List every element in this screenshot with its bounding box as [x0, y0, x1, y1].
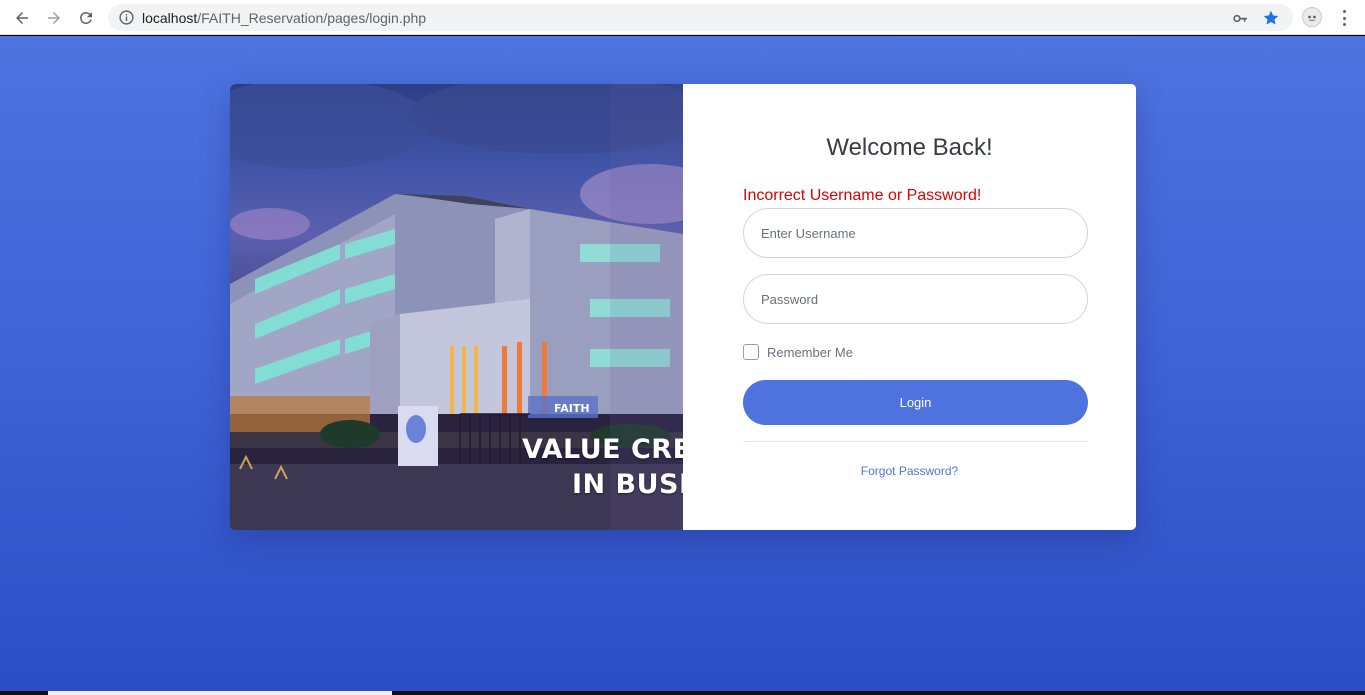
more-vert-icon[interactable]: [1336, 8, 1352, 28]
remember-me-row[interactable]: Remember Me: [743, 344, 853, 360]
forgot-password-link[interactable]: Forgot Password?: [683, 464, 1136, 478]
login-button-label: Login: [899, 395, 932, 410]
divider: [743, 441, 1088, 442]
taskbar-segment: [48, 691, 392, 695]
profile-icon[interactable]: [1302, 7, 1322, 27]
taskbar-strip: [0, 691, 1365, 695]
username-input[interactable]: Enter Username: [743, 208, 1088, 258]
username-placeholder: Enter Username: [761, 225, 856, 241]
campus-photo: FAITH VALUE CREATI IN BUSINE: [230, 84, 683, 530]
error-message: Incorrect Username or Password!: [743, 187, 982, 204]
star-icon[interactable]: [1262, 9, 1280, 27]
url-text: localhost/FAITH_Reservation/pages/login.…: [142, 10, 426, 26]
hero-slogan-line-2: IN BUSINE: [572, 469, 683, 500]
remember-me-checkbox[interactable]: [743, 344, 759, 360]
login-card: FAITH VALUE CREATI IN BUSINE W: [230, 84, 1136, 530]
url-host: localhost: [142, 10, 198, 26]
browser-toolbar: localhost/FAITH_Reservation/pages/login.…: [0, 0, 1365, 35]
key-icon[interactable]: [1231, 9, 1249, 27]
page-background: FAITH VALUE CREATI IN BUSINE W: [0, 36, 1365, 691]
url-path: /FAITH_Reservation/pages/login.php: [197, 10, 427, 26]
login-button[interactable]: Login: [743, 380, 1088, 425]
info-icon[interactable]: [118, 9, 135, 26]
hero-slogan-line-1: VALUE CREATI: [522, 434, 683, 465]
login-form: Welcome Back! Incorrect Username or Pass…: [683, 84, 1136, 530]
faith-sign-text: FAITH: [554, 402, 590, 415]
password-placeholder: Password: [761, 291, 819, 307]
forward-arrow-icon[interactable]: [41, 5, 67, 31]
back-arrow-icon[interactable]: [9, 5, 35, 31]
address-bar[interactable]: localhost/FAITH_Reservation/pages/login.…: [108, 4, 1293, 31]
reload-icon[interactable]: [73, 5, 99, 31]
password-input[interactable]: Password: [743, 274, 1088, 324]
page-title: Welcome Back!: [826, 134, 993, 161]
remember-me-label[interactable]: Remember Me: [767, 345, 853, 360]
